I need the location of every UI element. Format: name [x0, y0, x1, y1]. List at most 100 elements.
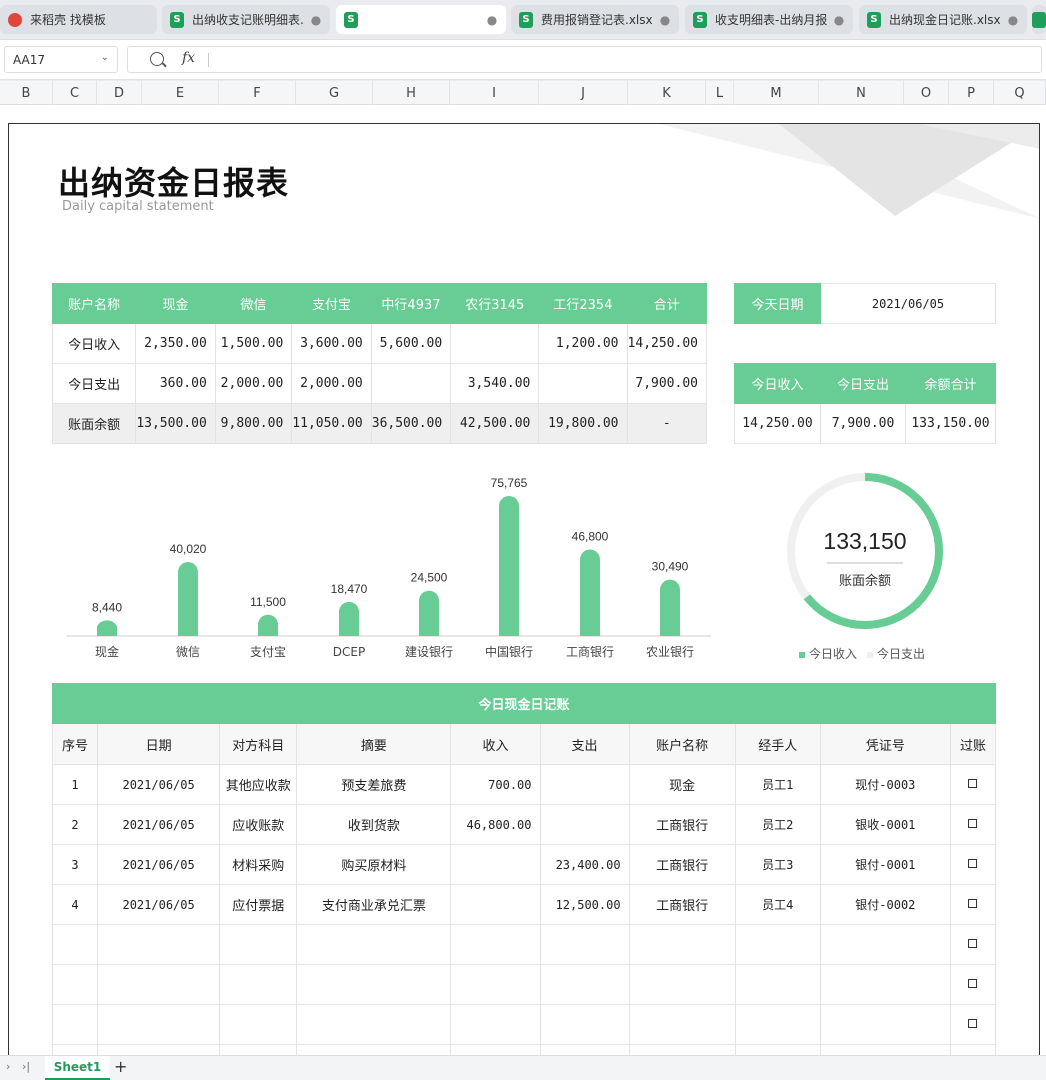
table-cell[interactable]: 3,600.00 [291, 323, 372, 364]
table-cell[interactable] [51, 1004, 99, 1045]
row-label[interactable]: 今日收入 [51, 323, 137, 364]
table-cell[interactable]: 19,800.00 [538, 403, 628, 444]
table-cell[interactable] [51, 1044, 99, 1055]
table-cell[interactable]: 3,540.00 [450, 363, 540, 404]
table-cell[interactable] [219, 924, 298, 965]
bar-1[interactable] [178, 562, 198, 636]
function-icon[interactable]: fx [182, 50, 195, 66]
prev-sheet-icon[interactable]: › [6, 1060, 10, 1073]
tab-document-active[interactable]: S ● [336, 5, 506, 34]
column-header-p[interactable]: P [949, 81, 994, 105]
posted-checkbox-cell[interactable] [949, 844, 997, 885]
row-label[interactable]: 账面余额 [51, 403, 137, 444]
table-cell[interactable] [97, 1004, 221, 1045]
bar-5[interactable] [499, 496, 519, 636]
table-cell[interactable]: 其他应收款 [219, 764, 298, 805]
table-cell[interactable]: 材料采购 [219, 844, 298, 885]
table-cell[interactable]: 2,000.00 [291, 363, 372, 404]
table-cell[interactable]: 应收账款 [219, 804, 298, 845]
checkbox[interactable] [968, 779, 978, 788]
table-cell[interactable] [51, 964, 99, 1005]
table-cell[interactable] [628, 1004, 736, 1045]
table-cell[interactable] [450, 323, 540, 364]
table-cell[interactable] [296, 964, 452, 1005]
column-header-e[interactable]: E [142, 81, 219, 105]
name-box[interactable]: AA17 ⌄ [4, 46, 118, 73]
table-cell[interactable]: 应付票据 [219, 884, 298, 925]
close-dot-icon[interactable]: ● [833, 13, 845, 27]
table-cell[interactable] [450, 964, 541, 1005]
table-cell[interactable]: 预支差旅费 [296, 764, 452, 805]
table-cell[interactable] [539, 804, 630, 845]
column-header-c[interactable]: C [53, 81, 97, 105]
table-cell[interactable]: 360.00 [135, 363, 216, 404]
tab-document[interactable]: S 出纳收支记账明细表... ● [162, 5, 330, 34]
table-cell[interactable]: 2021/06/05 [97, 884, 221, 925]
table-cell[interactable]: 员工2 [734, 804, 821, 845]
table-cell[interactable]: 7,900.00 [626, 363, 708, 404]
table-cell[interactable] [370, 363, 452, 404]
table-cell[interactable]: 2021/06/05 [97, 844, 221, 885]
add-sheet-button[interactable]: + [114, 1057, 127, 1076]
column-header-l[interactable]: L [706, 81, 734, 105]
table-cell[interactable]: 2021/06/05 [97, 764, 221, 805]
posted-checkbox-cell[interactable] [949, 964, 997, 1005]
table-cell[interactable]: 4 [51, 884, 99, 925]
table-cell[interactable]: 13,500.00 [135, 403, 216, 444]
table-cell[interactable]: 11,050.00 [291, 403, 372, 444]
table-cell[interactable] [734, 1044, 821, 1055]
table-cell[interactable] [51, 924, 99, 965]
table-cell[interactable] [97, 964, 221, 1005]
table-cell[interactable] [734, 924, 821, 965]
table-cell[interactable] [539, 924, 630, 965]
posted-checkbox-cell[interactable] [949, 804, 997, 845]
column-header-d[interactable]: D [97, 81, 142, 105]
table-cell[interactable] [296, 924, 452, 965]
column-header-m[interactable]: M [734, 81, 819, 105]
table-cell[interactable] [539, 1044, 630, 1055]
table-cell[interactable] [450, 1044, 541, 1055]
bar-6[interactable] [580, 549, 600, 636]
table-cell[interactable] [450, 884, 541, 925]
column-header-f[interactable]: F [219, 81, 296, 105]
column-header-b[interactable]: B [0, 81, 53, 105]
table-cell[interactable]: 2,350.00 [135, 323, 216, 364]
table-cell[interactable]: 700.00 [450, 764, 541, 805]
table-cell[interactable]: 46,800.00 [450, 804, 541, 845]
checkbox[interactable] [968, 1019, 978, 1028]
table-cell[interactable]: 员工3 [734, 844, 821, 885]
column-header-h[interactable]: H [373, 81, 450, 105]
column-header-g[interactable]: G [296, 81, 373, 105]
column-header-n[interactable]: N [819, 81, 904, 105]
tab-document[interactable]: S 出纳现金日记账.xlsx ● [859, 5, 1027, 34]
table-cell[interactable] [819, 1044, 951, 1055]
checkbox[interactable] [968, 899, 978, 908]
table-cell[interactable]: 3 [51, 844, 99, 885]
checkbox[interactable] [968, 859, 978, 868]
checkbox[interactable] [968, 819, 978, 828]
posted-checkbox-cell[interactable] [949, 1044, 997, 1055]
table-cell[interactable]: 购买原材料 [296, 844, 452, 885]
table-cell[interactable] [450, 844, 541, 885]
table-cell[interactable] [450, 1004, 541, 1045]
table-cell[interactable] [628, 1044, 736, 1055]
close-dot-icon[interactable]: ● [1007, 13, 1019, 27]
column-header-j[interactable]: J [539, 81, 628, 105]
table-cell[interactable] [450, 924, 541, 965]
zoom-icon[interactable] [150, 52, 164, 66]
total-balance[interactable]: 133,150.00 [905, 403, 996, 444]
column-header-q[interactable]: Q [994, 81, 1046, 105]
table-cell[interactable] [219, 964, 298, 1005]
table-cell[interactable]: 工商银行 [628, 804, 736, 845]
table-cell[interactable]: 23,400.00 [539, 844, 630, 885]
table-cell[interactable]: 收到货款 [296, 804, 452, 845]
column-header-i[interactable]: I [450, 81, 539, 105]
table-cell[interactable] [296, 1004, 452, 1045]
table-cell[interactable] [219, 1004, 298, 1045]
tab-overflow[interactable] [1032, 5, 1046, 34]
close-dot-icon[interactable]: ● [310, 13, 322, 27]
table-cell[interactable]: 5,600.00 [370, 323, 452, 364]
posted-checkbox-cell[interactable] [949, 884, 997, 925]
table-cell[interactable]: 12,500.00 [539, 884, 630, 925]
checkbox[interactable] [968, 979, 978, 988]
